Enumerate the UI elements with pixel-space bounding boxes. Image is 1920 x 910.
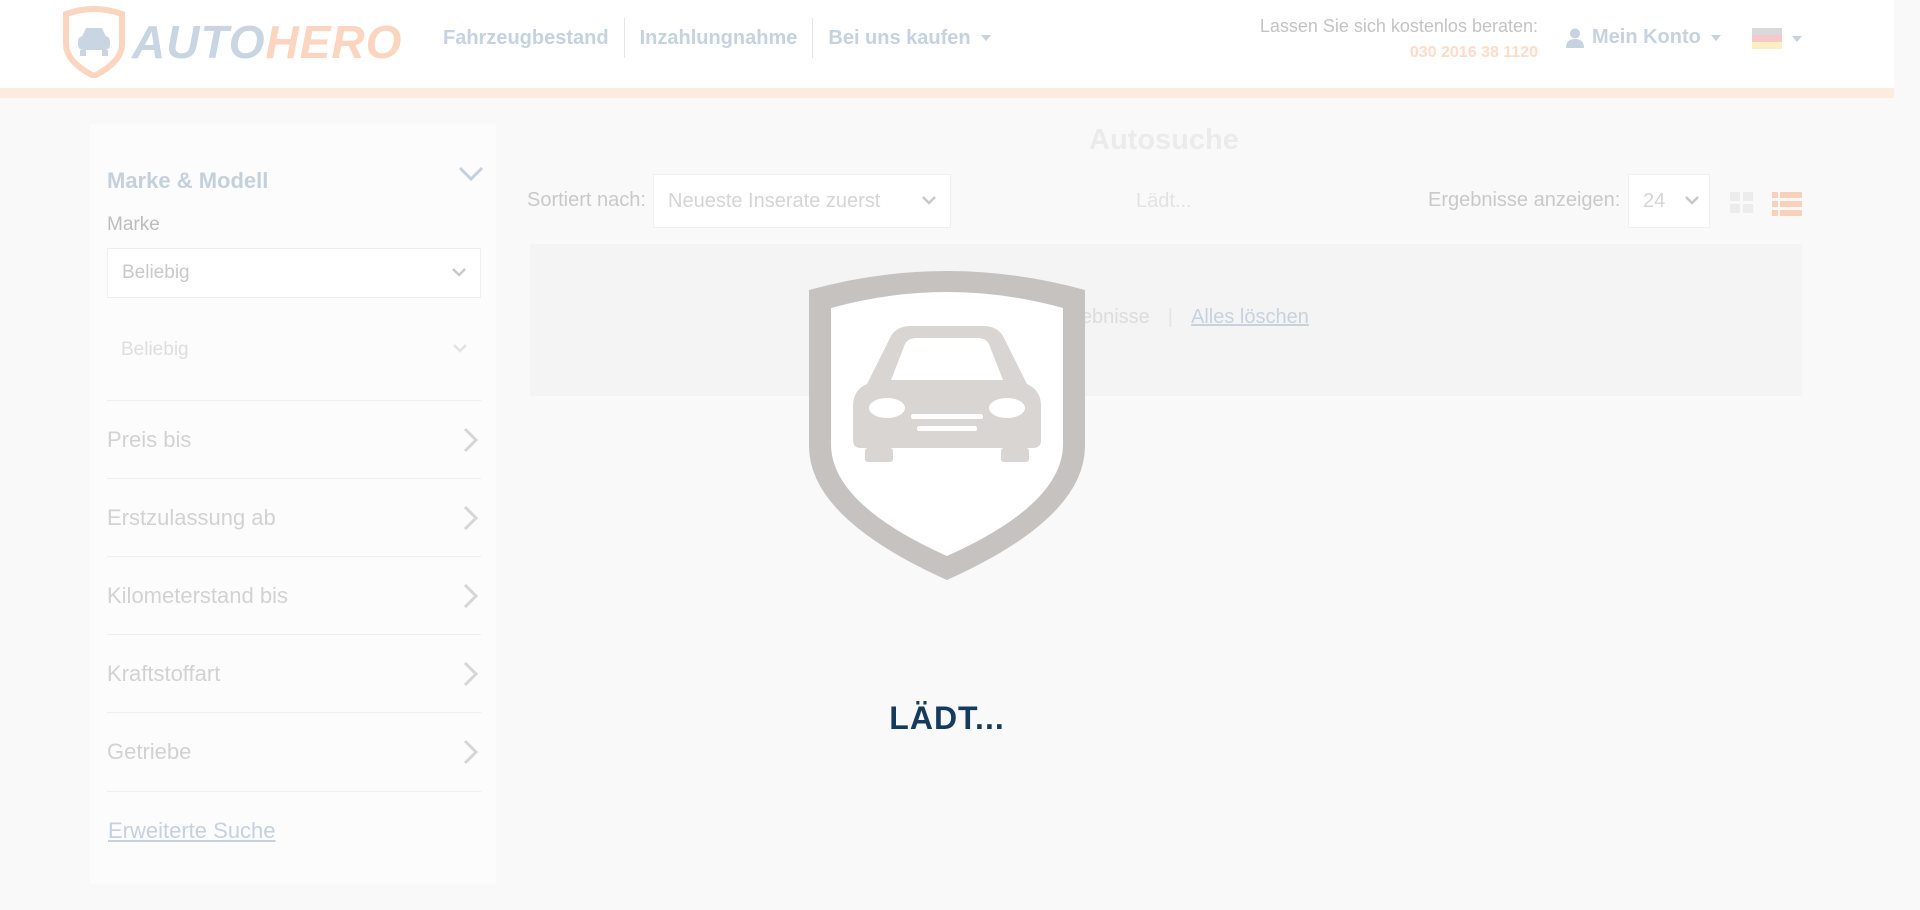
autohero-logo[interactable]: AUTOHERO — [62, 6, 402, 78]
grid-view-icon[interactable] — [1730, 192, 1754, 214]
nav-item-fahrzeugbestand[interactable]: Fahrzeugbestand — [428, 18, 624, 58]
sort-label: Sortiert nach: — [527, 189, 646, 211]
filter-getriebe[interactable]: Getriebe — [107, 712, 481, 792]
caret-down-icon — [1710, 34, 1721, 41]
loading-shield-car-icon — [809, 271, 1085, 580]
logo-part-auto: AUTO — [132, 16, 266, 68]
chevron-down-icon — [1685, 196, 1699, 205]
header-accent-bar — [0, 88, 1894, 98]
advice-label: Lassen Sie sich kostenlos beraten: — [1259, 16, 1538, 36]
filter-erstzulassung-ab[interactable]: Erstzulassung ab — [107, 478, 481, 557]
chevron-down-icon — [453, 344, 467, 353]
results-per-page-label: Ergebnisse anzeigen: — [1428, 189, 1621, 211]
chevron-right-icon — [463, 661, 479, 687]
account-label: Mein Konto — [1592, 26, 1701, 48]
language-selector[interactable] — [1752, 28, 1802, 49]
caret-down-icon — [1792, 35, 1802, 42]
chevron-right-icon — [463, 739, 479, 765]
list-view-icon[interactable] — [1772, 192, 1802, 216]
filter-label: Preis bis — [107, 427, 192, 452]
chevron-right-icon — [463, 505, 479, 531]
nav-item-label: Inzahlungnahme — [639, 26, 798, 49]
filter-label: Kilometerstand bis — [107, 583, 288, 608]
model-select[interactable]: Beliebig — [107, 325, 481, 375]
results-per-page-select[interactable]: 24 — [1628, 174, 1710, 228]
advanced-search-link[interactable]: Erweiterte Suche — [108, 818, 276, 844]
brand-label: Marke — [107, 214, 160, 235]
site-header: AUTOHERO Fahrzeugbestand Inzahlungnahme … — [0, 0, 1894, 88]
section-title-marke-modell[interactable]: Marke & Modell — [107, 168, 268, 194]
phone-number-link[interactable]: 030 2016 38 1120 — [1260, 44, 1538, 62]
page-title: Autosuche — [1089, 124, 1239, 156]
brand-select-value: Beliebig — [122, 262, 190, 283]
chevron-down-icon[interactable] — [458, 166, 484, 182]
nav-item-label: Fahrzeugbestand — [443, 26, 609, 49]
user-icon — [1566, 28, 1584, 48]
results-loading-text: Lädt... — [1136, 190, 1192, 212]
sort-select-value: Neueste Inserate zuerst — [668, 189, 881, 212]
filter-kraftstoffart[interactable]: Kraftstoffart — [107, 634, 481, 713]
sort-select[interactable]: Neueste Inserate zuerst — [653, 174, 951, 228]
logo-part-hero: HERO — [265, 16, 403, 68]
germany-flag-icon — [1752, 28, 1782, 49]
chevron-down-icon — [452, 268, 466, 277]
separator: | — [1167, 306, 1173, 328]
nav-item-inzahlungnahme[interactable]: Inzahlungnahme — [623, 18, 813, 58]
results-per-page-value: 24 — [1643, 189, 1666, 212]
nav-item-label: Bei uns kaufen — [828, 26, 971, 49]
filter-label: Getriebe — [107, 739, 192, 764]
clear-all-link[interactable]: Alles löschen — [1191, 306, 1309, 329]
filter-sidebar: Marke & Modell Marke Beliebig Beliebig P… — [90, 124, 496, 884]
main-nav: Fahrzeugbestand Inzahlungnahme Bei uns k… — [428, 18, 1006, 58]
account-menu[interactable]: Mein Konto — [1566, 26, 1721, 49]
nav-item-bei-uns-kaufen[interactable]: Bei uns kaufen — [812, 18, 1005, 58]
shield-car-logo-icon — [63, 6, 125, 78]
chevron-right-icon — [463, 583, 479, 609]
filter-label: Kraftstoffart — [107, 661, 221, 686]
caret-down-icon — [980, 35, 991, 41]
advice-block: Lassen Sie sich kostenlos beraten: 030 2… — [1260, 16, 1538, 62]
model-select-value: Beliebig — [121, 339, 189, 360]
chevron-right-icon — [463, 427, 479, 453]
chevron-down-icon — [922, 196, 936, 205]
filter-kilometerstand-bis[interactable]: Kilometerstand bis — [107, 556, 481, 635]
logo-wordmark: AUTOHERO — [132, 15, 402, 69]
brand-select[interactable]: Beliebig — [107, 248, 481, 298]
filter-preis-bis[interactable]: Preis bis — [107, 400, 481, 479]
filter-label: Erstzulassung ab — [107, 505, 276, 530]
loading-text: LÄDT... — [889, 700, 1005, 736]
